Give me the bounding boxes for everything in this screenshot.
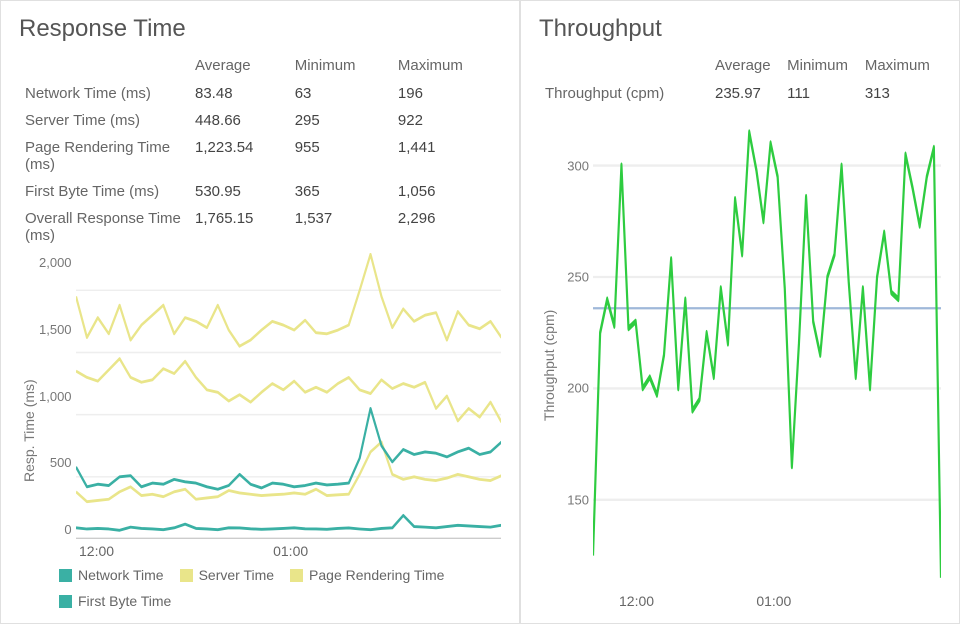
metric-avg: 448.66 [189, 107, 289, 134]
metric-max: 922 [392, 107, 501, 134]
throughput-table: Average Minimum Maximum Throughput (cpm)… [539, 53, 941, 107]
tp-y-ticks: 300250200150 [559, 121, 593, 589]
tp-y-axis-label: Throughput (cpm) [539, 121, 559, 609]
col-max: Maximum [859, 53, 941, 80]
metric-avg: 83.48 [189, 80, 289, 107]
metric-name: Server Time (ms) [19, 107, 189, 134]
metric-min: 1,537 [289, 205, 392, 249]
metric-max: 313 [859, 80, 941, 107]
col-min: Minimum [781, 53, 859, 80]
col-avg: Average [189, 53, 289, 80]
table-row: Server Time (ms)448.66295922 [19, 107, 501, 134]
rt-y-ticks: 2,0001,5001,0005000 [39, 253, 76, 539]
rt-y-axis-label: Resp. Time (ms) [19, 253, 39, 609]
throughput-panel: Throughput Average Minimum Maximum Throu… [520, 0, 960, 624]
col-avg: Average [709, 53, 781, 80]
legend-swatch [59, 569, 72, 582]
col-max: Maximum [392, 53, 501, 80]
metric-min: 365 [289, 178, 392, 205]
table-row: Overall Response Time (ms)1,765.151,5372… [19, 205, 501, 249]
legend-swatch [59, 595, 72, 608]
legend-swatch [180, 569, 193, 582]
metric-min: 955 [289, 134, 392, 178]
legend-item: Server Time [180, 567, 274, 583]
metric-min: 295 [289, 107, 392, 134]
throughput-chart [593, 121, 941, 589]
metric-max: 1,441 [392, 134, 501, 178]
legend-label: Page Rendering Time [309, 567, 444, 583]
table-row: Page Rendering Time (ms)1,223.549551,441 [19, 134, 501, 178]
metric-avg: 235.97 [709, 80, 781, 107]
chart-series-line [76, 515, 501, 530]
metric-max: 2,296 [392, 205, 501, 249]
chart-series-line [76, 359, 501, 422]
metric-name: First Byte Time (ms) [19, 178, 189, 205]
table-row: First Byte Time (ms)530.953651,056 [19, 178, 501, 205]
metric-name: Overall Response Time (ms) [19, 205, 189, 249]
tp-x-ticks: 12:00 01:00 [559, 589, 941, 609]
metric-name: Throughput (cpm) [539, 80, 709, 107]
metric-name: Page Rendering Time (ms) [19, 134, 189, 178]
response-time-title: Response Time [19, 15, 501, 43]
metric-max: 1,056 [392, 178, 501, 205]
legend-label: Server Time [199, 567, 274, 583]
chart-series-line [76, 442, 501, 502]
response-time-table: Average Minimum Maximum Network Time (ms… [19, 53, 501, 249]
response-time-panel: Response Time Average Minimum Maximum Ne… [0, 0, 520, 624]
throughput-title: Throughput [539, 15, 941, 43]
chart-series-line [593, 132, 941, 578]
rt-x-ticks: 12:00 01:00 [39, 539, 501, 559]
table-row: Throughput (cpm)235.97111313 [539, 80, 941, 107]
legend-item: Page Rendering Time [290, 567, 444, 583]
col-min: Minimum [289, 53, 392, 80]
legend-swatch [290, 569, 303, 582]
metric-name: Network Time (ms) [19, 80, 189, 107]
legend-item: Network Time [59, 567, 164, 583]
metric-min: 63 [289, 80, 392, 107]
metric-avg: 1,223.54 [189, 134, 289, 178]
metric-avg: 530.95 [189, 178, 289, 205]
legend-item: First Byte Time [59, 593, 171, 609]
metric-min: 111 [781, 80, 859, 107]
metric-max: 196 [392, 80, 501, 107]
metric-avg: 1,765.15 [189, 205, 289, 249]
table-row: Network Time (ms)83.4863196 [19, 80, 501, 107]
chart-series-line [76, 254, 501, 346]
legend-label: Network Time [78, 567, 164, 583]
response-time-legend: Network Time Server Time Page Rendering Ti… [39, 559, 501, 609]
legend-label: First Byte Time [78, 593, 171, 609]
response-time-chart [76, 253, 501, 539]
